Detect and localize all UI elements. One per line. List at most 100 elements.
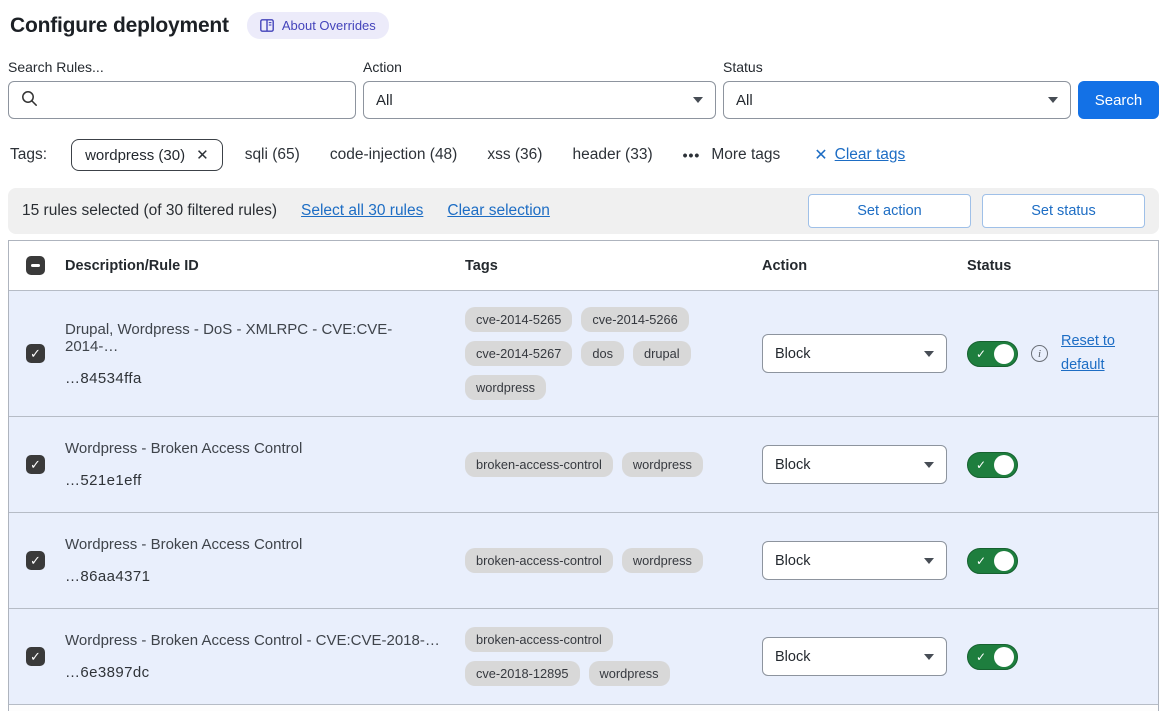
check-mark: ✓ (30, 650, 41, 663)
rule-tag-pill: cve-2014-5267 (465, 341, 572, 366)
rule-id: …521e1eff (65, 472, 441, 489)
tag-filter[interactable]: code-injection (48) (330, 146, 458, 164)
description-cell: Wordpress - Broken Access Control - CVE:… (65, 632, 465, 681)
select-all-checkbox[interactable] (26, 256, 45, 275)
selected-tag-chip[interactable]: wordpress (30) ✕ (71, 139, 223, 171)
page-title: Configure deployment (10, 14, 229, 38)
action-cell: Block (762, 334, 967, 373)
rule-description: Wordpress - Broken Access Control (65, 440, 441, 457)
rule-id: …86aa4371 (65, 568, 441, 585)
rule-tag-pill: cve-2018-12895 (465, 661, 580, 686)
tag-filter[interactable]: xss (36) (487, 146, 542, 164)
search-label: Search Rules... (8, 59, 356, 75)
toggle-knob (994, 551, 1014, 571)
more-tags-label: More tags (711, 146, 780, 164)
row-checkbox[interactable]: ✓ (26, 455, 45, 474)
selected-tag-label: wordpress (30) (85, 147, 185, 164)
action-filter-value: All (376, 92, 393, 109)
status-toggle[interactable]: ✓ (967, 548, 1018, 574)
rule-tags: broken-access-controlwordpress (465, 548, 717, 573)
row-checkbox[interactable]: ✓ (26, 551, 45, 570)
chevron-down-icon (924, 351, 934, 357)
set-action-button[interactable]: Set action (808, 194, 971, 228)
about-overrides-badge[interactable]: About Overrides (247, 12, 389, 39)
page-header: Configure deployment About Overrides (10, 12, 1159, 39)
action-select[interactable]: Block (762, 445, 947, 484)
clear-icon: ✕ (814, 145, 827, 165)
status-toggle[interactable]: ✓ (967, 452, 1018, 478)
action-select[interactable]: Block (762, 334, 947, 373)
set-status-button[interactable]: Set status (982, 194, 1145, 228)
search-field: Search Rules... (8, 59, 356, 119)
status-filter-select[interactable]: All (723, 81, 1071, 119)
row-checkbox-cell: ✓ (9, 647, 65, 666)
status-cell: ✓ (967, 548, 1158, 574)
action-filter-select[interactable]: All (363, 81, 716, 119)
description-cell: Drupal, Wordpress - DoS - XMLRPC - CVE:C… (65, 321, 465, 387)
search-button[interactable]: Search (1078, 81, 1159, 119)
table-row: ✓ Wordpress - Broken Access Control …521… (9, 417, 1158, 513)
chevron-down-icon (924, 654, 934, 660)
table-cutoff (9, 705, 1158, 711)
tags-label: Tags: (10, 146, 47, 164)
row-checkbox[interactable]: ✓ (26, 647, 45, 666)
clear-tags-link[interactable]: ✕ Clear tags (814, 145, 905, 165)
chevron-down-icon (1048, 97, 1058, 103)
toggle-check-icon: ✓ (976, 347, 986, 361)
action-select[interactable]: Block (762, 541, 947, 580)
status-filter-value: All (736, 92, 753, 109)
rule-tag-pill: drupal (633, 341, 691, 366)
book-icon (260, 19, 274, 32)
bulk-actions: Set action Set status (808, 194, 1145, 228)
row-checkbox-cell: ✓ (9, 344, 65, 363)
rule-tags: cve-2014-5265 cve-2014-5266 cve-2014-5267 d… (465, 307, 717, 400)
action-select[interactable]: Block (762, 637, 947, 676)
rule-tag-pill: cve-2014-5266 (581, 307, 688, 332)
tag-filter[interactable]: header (33) (572, 146, 652, 164)
row-checkbox-cell: ✓ (9, 551, 65, 570)
row-checkbox-cell: ✓ (9, 455, 65, 474)
indeterminate-mark (31, 264, 40, 267)
chevron-down-icon (924, 558, 934, 564)
rule-description: Wordpress - Broken Access Control (65, 536, 441, 553)
search-input[interactable] (47, 92, 343, 109)
table-row: ✓ Wordpress - Broken Access Control …86a… (9, 513, 1158, 609)
tags-filter-row: Tags: wordpress (30) ✕ sqli (65) code-inj… (10, 139, 1159, 171)
table-row: ✓ Wordpress - Broken Access Control - CV… (9, 609, 1158, 705)
search-input-box[interactable] (8, 81, 356, 119)
action-filter-label: Action (363, 59, 716, 75)
status-toggle[interactable]: ✓ (967, 644, 1018, 670)
toggle-knob (994, 647, 1014, 667)
configure-deployment-page: Configure deployment About Overrides Sea… (0, 0, 1167, 711)
rules-table: Description/Rule ID Tags Action Status ✓… (8, 240, 1159, 711)
description-cell: Wordpress - Broken Access Control …521e1… (65, 440, 465, 489)
about-overrides-label: About Overrides (282, 18, 376, 33)
clear-selection-link[interactable]: Clear selection (447, 202, 550, 220)
more-tags-button[interactable]: ••• More tags (683, 146, 781, 164)
action-select-value: Block (775, 457, 810, 473)
rule-id: …6e3897dc (65, 664, 441, 681)
rule-tag-pill: dos (581, 341, 624, 366)
action-filter-field: Action All (363, 59, 716, 119)
info-icon[interactable]: i (1031, 345, 1048, 362)
rule-tag-pill: wordpress (622, 548, 703, 573)
tag-filter-list: sqli (65) code-injection (48) xss (36) head… (245, 146, 653, 164)
toggle-knob (994, 344, 1014, 364)
toggle-check-icon: ✓ (976, 554, 986, 568)
row-checkbox[interactable]: ✓ (26, 344, 45, 363)
rule-tag-pill: broken-access-control (465, 452, 613, 477)
rule-tag-pill: cve-2014-5265 (465, 307, 572, 332)
status-cell: ✓ i Reset to default (967, 330, 1158, 376)
reset-to-default-link[interactable]: Reset to default (1061, 330, 1125, 376)
chevron-down-icon (924, 462, 934, 468)
status-filter-field: Status All (723, 59, 1071, 119)
remove-tag-icon[interactable]: ✕ (196, 146, 209, 164)
select-all-link[interactable]: Select all 30 rules (301, 202, 423, 220)
tag-filter[interactable]: sqli (65) (245, 146, 300, 164)
action-cell: Block (762, 541, 967, 580)
status-toggle[interactable]: ✓ (967, 341, 1018, 367)
description-cell: Wordpress - Broken Access Control …86aa4… (65, 536, 465, 585)
rule-description: Wordpress - Broken Access Control - CVE:… (65, 632, 441, 649)
column-header-status: Status (967, 258, 1158, 274)
chevron-down-icon (693, 97, 703, 103)
